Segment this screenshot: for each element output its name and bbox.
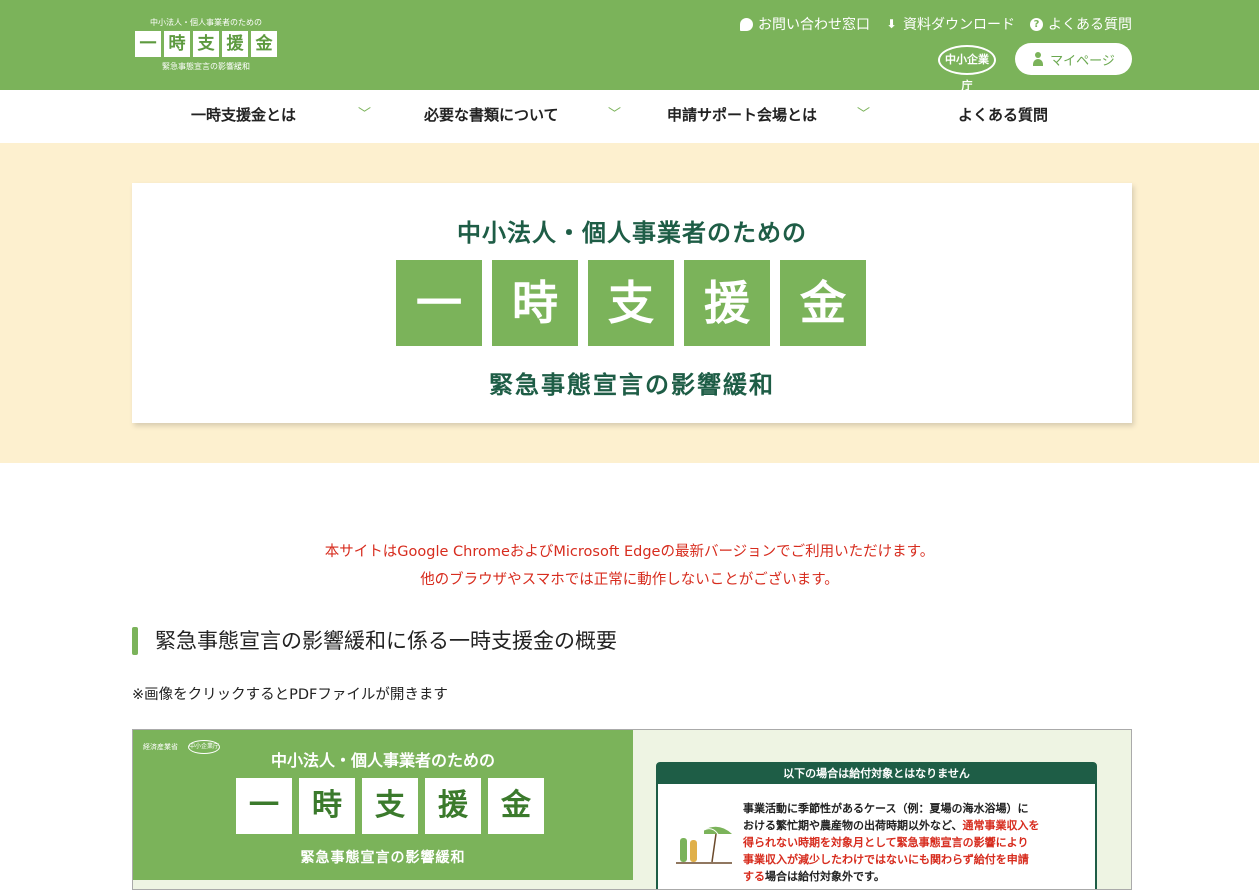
contact-link[interactable]: お問い合わせ窓口	[740, 14, 870, 34]
download-link[interactable]: ⬇ 資料ダウンロード	[885, 14, 1015, 34]
thumbnail-title-area: 経済産業省 中小企業庁 中小法人・個人事業者のための 一 時 支 援 金 緊急事…	[133, 730, 633, 889]
logo-char: 金	[251, 31, 277, 57]
chevron-down-icon[interactable]: ﹀	[358, 90, 371, 143]
site-logo[interactable]: 中小法人・個人事業者のための 一 時 支 援 金 緊急事態宣言の影響緩和	[135, 18, 277, 74]
ineligibility-panel-text: 事業活動に季節性があるケース（例：夏場の海水浴場）に おける繁忙期や農産物の出荷…	[743, 802, 1040, 883]
hero-title-char: 時	[492, 260, 578, 346]
logo-characters: 一 時 支 援 金	[135, 31, 277, 57]
chevron-down-icon[interactable]: ﹀	[857, 90, 870, 143]
ineligibility-panel: 以下の場合は給付対象とはなりません 事業活動に季節性があるケース（例：夏場の海水…	[656, 762, 1097, 889]
thumbnail-caption: 緊急事態宣言の影響緩和	[300, 850, 466, 866]
hero-title-char: 援	[684, 260, 770, 346]
thumbnail-title-char: 時	[299, 778, 355, 834]
site-header: 中小法人・個人事業者のための 一 時 支 援 金 緊急事態宣言の影響緩和 お問い…	[0, 0, 1259, 92]
logo-char: 支	[193, 31, 219, 57]
main-nav: 一時支援金とは ﹀ 必要な書類について ﹀ 申請サポート会場とは ﹀ よくある質…	[0, 90, 1259, 143]
mypage-button[interactable]: マイページ	[1015, 43, 1132, 75]
nav-item-documents[interactable]: 必要な書類について	[424, 90, 559, 143]
beach-umbrella-icon	[676, 826, 732, 864]
logo-char: 一	[135, 31, 161, 57]
hero-subtitle: 中小法人・個人事業者のための	[457, 219, 807, 247]
logo-caption: 緊急事態宣言の影響緩和	[162, 62, 250, 71]
thumbnail-title: 一 時 支 援 金	[236, 778, 544, 834]
logo-tagline: 中小法人・個人事業者のための	[150, 18, 262, 27]
pdf-overview-thumbnail[interactable]: 経済産業省 中小企業庁 中小法人・個人事業者のための 一 時 支 援 金 緊急事…	[132, 729, 1132, 890]
hero-card: 中小法人・個人事業者のための 一 時 支 援 金 緊急事態宣言の影響緩和	[132, 183, 1132, 423]
thumbnail-title-char: 一	[236, 778, 292, 834]
hero-caption: 緊急事態宣言の影響緩和	[489, 371, 775, 399]
thumbnail-subtitle: 中小法人・個人事業者のための	[270, 751, 495, 770]
sme-agency-logo[interactable]: 中小企業庁	[938, 45, 996, 92]
hero-title: 一 時 支 援 金	[396, 260, 866, 346]
chat-bubble-icon	[740, 17, 753, 31]
hero-title-char: 支	[588, 260, 674, 346]
section-title: 緊急事態宣言の影響緩和に係る一時支援金の概要	[155, 629, 617, 653]
pdf-note: ※画像をクリックするとPDFファイルが開きます	[132, 687, 448, 703]
faq-link[interactable]: ? よくある質問	[1030, 14, 1132, 34]
ineligibility-panel-title: 以下の場合は給付対象とはなりません	[658, 764, 1095, 784]
browser-notice-line-2: 他のブラウザやスマホでは正常に動作しないことがございます。	[420, 572, 839, 588]
contact-link-label: お問い合わせ窓口	[758, 17, 870, 33]
thumbnail-title-char: 金	[488, 778, 544, 834]
section-title-bar	[132, 627, 138, 655]
chevron-down-icon[interactable]: ﹀	[608, 90, 621, 143]
utility-links: お問い合わせ窓口 ⬇ 資料ダウンロード ? よくある質問	[740, 14, 1132, 34]
logo-char: 時	[164, 31, 190, 57]
hero-title-char: 一	[396, 260, 482, 346]
download-link-label: 資料ダウンロード	[903, 17, 1015, 33]
hero-title-char: 金	[780, 260, 866, 346]
faq-link-label: よくある質問	[1048, 17, 1132, 33]
logo-char: 援	[222, 31, 248, 57]
question-circle-icon: ?	[1030, 17, 1043, 31]
nav-item-faq[interactable]: よくある質問	[958, 90, 1048, 143]
mypage-label: マイページ	[1050, 53, 1115, 69]
hero-banner: 中小法人・個人事業者のための 一 時 支 援 金 緊急事態宣言の影響緩和	[0, 143, 1259, 463]
download-arrow-icon: ⬇	[886, 16, 897, 31]
user-icon	[1032, 52, 1044, 66]
nav-item-about[interactable]: 一時支援金とは	[191, 90, 296, 143]
thumbnail-title-char: 支	[362, 778, 418, 834]
thumbnail-title-char: 援	[425, 778, 481, 834]
nav-item-support-venue[interactable]: 申請サポート会場とは	[667, 90, 817, 143]
browser-notice-line-1: 本サイトはGoogle ChromeおよびMicrosoft Edgeの最新バー…	[324, 544, 935, 560]
